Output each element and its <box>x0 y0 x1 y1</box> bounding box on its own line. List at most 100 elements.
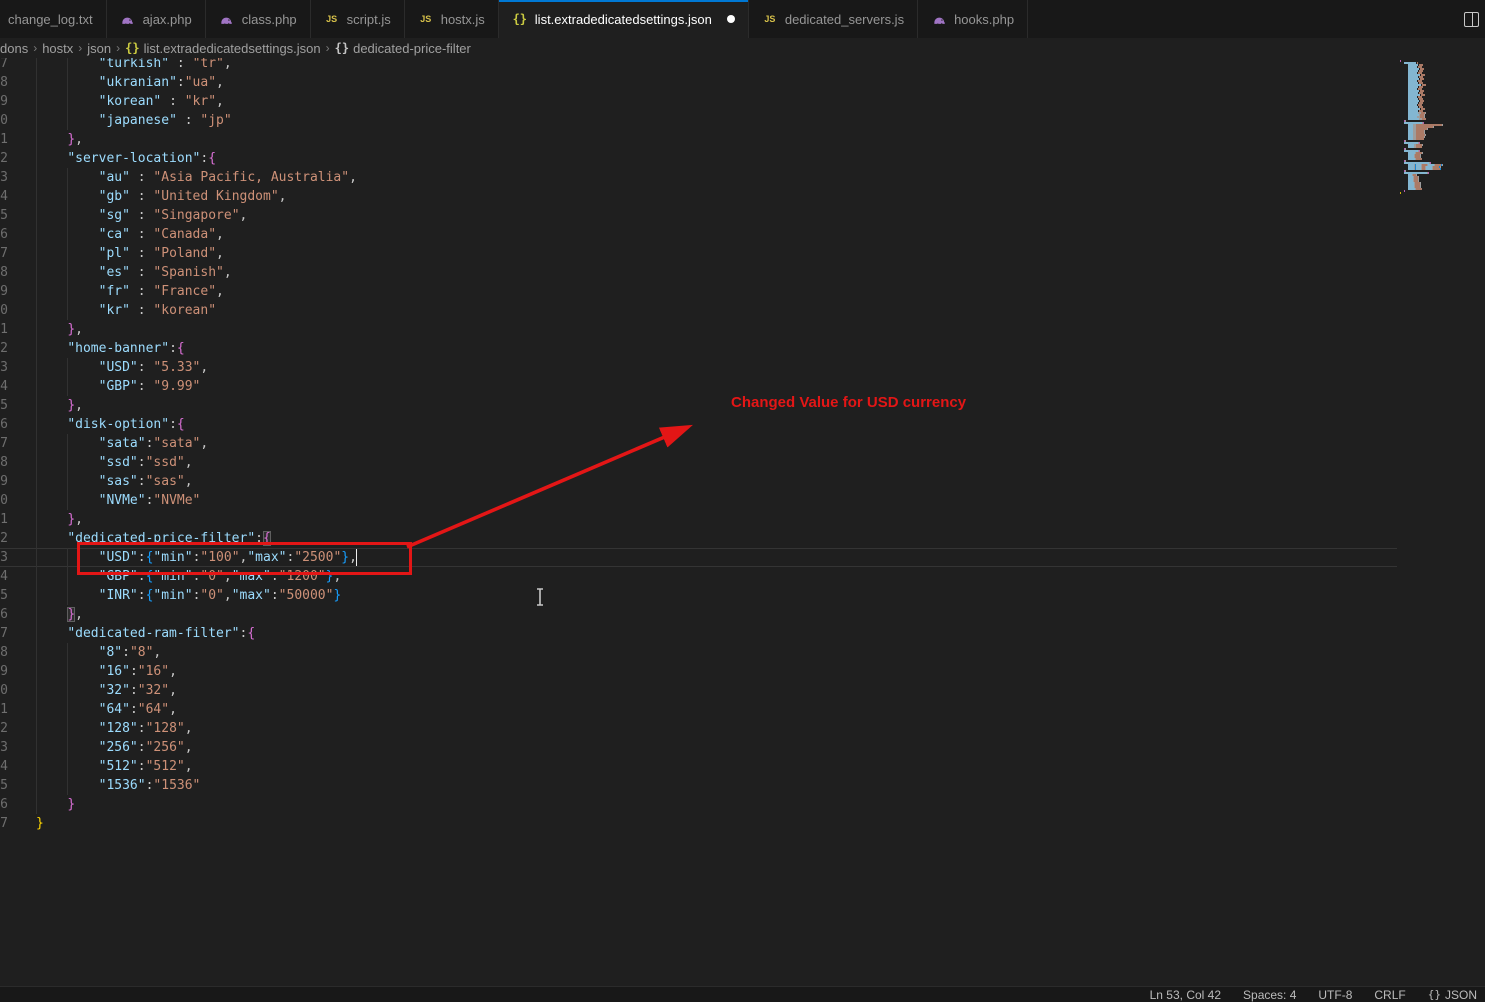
line-number: 46 <box>0 415 8 434</box>
breadcrumb-item-hostx[interactable]: hostx <box>42 41 73 56</box>
tab-class-php[interactable]: class.php <box>206 0 311 38</box>
code-line-28[interactable]: 28 "ukranian":"ua", <box>0 73 1397 92</box>
tab-script-js[interactable]: JSscript.js <box>311 0 405 38</box>
code-line-63[interactable]: 63 "256":"256", <box>0 738 1397 757</box>
code-line-36[interactable]: 36 "ca" : "Canada", <box>0 225 1397 244</box>
breadcrumb-item-dedicated-price-filter[interactable]: {}dedicated-price-filter <box>335 41 471 56</box>
code-line-65[interactable]: 65 "1536":"1536" <box>0 776 1397 795</box>
php-elephant-icon <box>120 11 136 27</box>
breadcrumb-item-dons[interactable]: dons <box>0 41 28 56</box>
code-line-31[interactable]: 31 }, <box>0 130 1397 149</box>
code-line-32[interactable]: 32 "server-location":{ <box>0 149 1397 168</box>
status-crlf[interactable]: CRLF <box>1374 988 1405 1002</box>
line-number: 59 <box>0 662 8 681</box>
editor[interactable]: 27 "turkish" : "tr",28 "ukranian":"ua",2… <box>0 58 1485 986</box>
code-line-33[interactable]: 33 "au" : "Asia Pacific, Australia", <box>0 168 1397 187</box>
line-number: 44 <box>0 377 8 396</box>
code-line-44[interactable]: 44 "GBP": "9.99" <box>0 377 1397 396</box>
code-line-42[interactable]: 42 "home-banner":{ <box>0 339 1397 358</box>
code-line-56[interactable]: 56 }, <box>0 605 1397 624</box>
split-editor-button[interactable] <box>1464 12 1479 27</box>
code-line-61[interactable]: 61 "64":"64", <box>0 700 1397 719</box>
indent-guide <box>67 92 68 111</box>
code-line-30[interactable]: 30 "japanese" : "jp" <box>0 111 1397 130</box>
indent-guide <box>36 225 37 244</box>
tab-label: ajax.php <box>143 12 192 27</box>
line-number: 37 <box>0 244 8 263</box>
indent-guide <box>36 662 37 681</box>
code-line-43[interactable]: 43 "USD": "5.33", <box>0 358 1397 377</box>
code-line-41[interactable]: 41 }, <box>0 320 1397 339</box>
indent-guide <box>67 111 68 130</box>
indent-guide <box>67 301 68 320</box>
line-number: 45 <box>0 396 8 415</box>
code-line-66[interactable]: 66 } <box>0 795 1397 814</box>
indent-guide <box>36 73 37 92</box>
indent-guide <box>36 320 37 339</box>
line-number: 48 <box>0 453 8 472</box>
tab-change-log-txt[interactable]: change_log.txt <box>0 0 107 38</box>
indent-guide <box>36 605 37 624</box>
json-braces-icon: {} <box>1428 988 1441 1001</box>
indent-guide <box>67 491 68 510</box>
code-line-67[interactable]: 67} <box>0 814 1397 833</box>
minimap[interactable] <box>1397 58 1485 978</box>
indent-guide <box>36 263 37 282</box>
indent-guide <box>67 662 68 681</box>
indent-guide <box>36 529 37 548</box>
indent-guide <box>36 244 37 263</box>
line-number: 30 <box>0 111 8 130</box>
breadcrumb-item-list-extradedicatedsettings-json[interactable]: {}list.extradedicatedsettings.json <box>125 41 321 56</box>
line-number: 47 <box>0 434 8 453</box>
indent-guide <box>36 149 37 168</box>
object-braces-icon: {} <box>335 41 349 55</box>
tab-hostx-js[interactable]: JShostx.js <box>405 0 499 38</box>
indent-guide <box>67 206 68 225</box>
indent-guide <box>67 244 68 263</box>
status-utf-8[interactable]: UTF-8 <box>1318 988 1352 1002</box>
code-line-59[interactable]: 59 "16":"16", <box>0 662 1397 681</box>
breadcrumb: dons › hostx › json › {}list.extradedicatedset… <box>0 38 1485 58</box>
indent-guide <box>36 795 37 814</box>
tab-list-extradedicatedsettings-json[interactable]: {}list.extradedicatedsettings.json <box>499 0 749 38</box>
code-line-62[interactable]: 62 "128":"128", <box>0 719 1397 738</box>
status-ln-53-col-42[interactable]: Ln 53, Col 42 <box>1150 988 1221 1002</box>
tab-label: script.js <box>347 12 391 27</box>
code-line-57[interactable]: 57 "dedicated-ram-filter":{ <box>0 624 1397 643</box>
code-line-58[interactable]: 58 "8":"8", <box>0 643 1397 662</box>
indent-guide <box>36 757 37 776</box>
line-number: 40 <box>0 301 8 320</box>
breadcrumb-item-json[interactable]: json <box>87 41 111 56</box>
tab-ajax-php[interactable]: ajax.php <box>107 0 206 38</box>
code-line-27[interactable]: 27 "turkish" : "tr", <box>0 58 1397 73</box>
line-number: 33 <box>0 168 8 187</box>
status-spaces-4[interactable]: Spaces: 4 <box>1243 988 1296 1002</box>
indent-guide <box>67 168 68 187</box>
code-line-29[interactable]: 29 "korean" : "kr", <box>0 92 1397 111</box>
chevron-right-icon: › <box>33 41 37 55</box>
code-line-60[interactable]: 60 "32":"32", <box>0 681 1397 700</box>
tab-dedicated-servers-js[interactable]: JSdedicated_servers.js <box>749 0 918 38</box>
indent-guide <box>67 472 68 491</box>
chevron-right-icon: › <box>78 41 82 55</box>
indent-guide <box>36 358 37 377</box>
code-line-34[interactable]: 34 "gb" : "United Kingdom", <box>0 187 1397 206</box>
code-line-35[interactable]: 35 "sg" : "Singapore", <box>0 206 1397 225</box>
json-file-icon: {} <box>512 11 528 27</box>
status-json[interactable]: {}JSON <box>1428 988 1477 1002</box>
indent-guide <box>36 472 37 491</box>
indent-guide <box>67 643 68 662</box>
line-number: 64 <box>0 757 8 776</box>
code-line-64[interactable]: 64 "512":"512", <box>0 757 1397 776</box>
tab-hooks-php[interactable]: hooks.php <box>918 0 1028 38</box>
code-line-38[interactable]: 38 "es" : "Spanish", <box>0 263 1397 282</box>
modified-dot-icon[interactable] <box>727 15 735 23</box>
code-line-40[interactable]: 40 "kr" : "korean" <box>0 301 1397 320</box>
code-line-37[interactable]: 37 "pl" : "Poland", <box>0 244 1397 263</box>
indent-guide <box>67 187 68 206</box>
line-number: 58 <box>0 643 8 662</box>
chevron-right-icon: › <box>116 41 120 55</box>
indent-guide <box>36 282 37 301</box>
code-line-39[interactable]: 39 "fr" : "France", <box>0 282 1397 301</box>
code-line-55[interactable]: 55 "INR":{"min":"0","max":"50000"} <box>0 586 1397 605</box>
